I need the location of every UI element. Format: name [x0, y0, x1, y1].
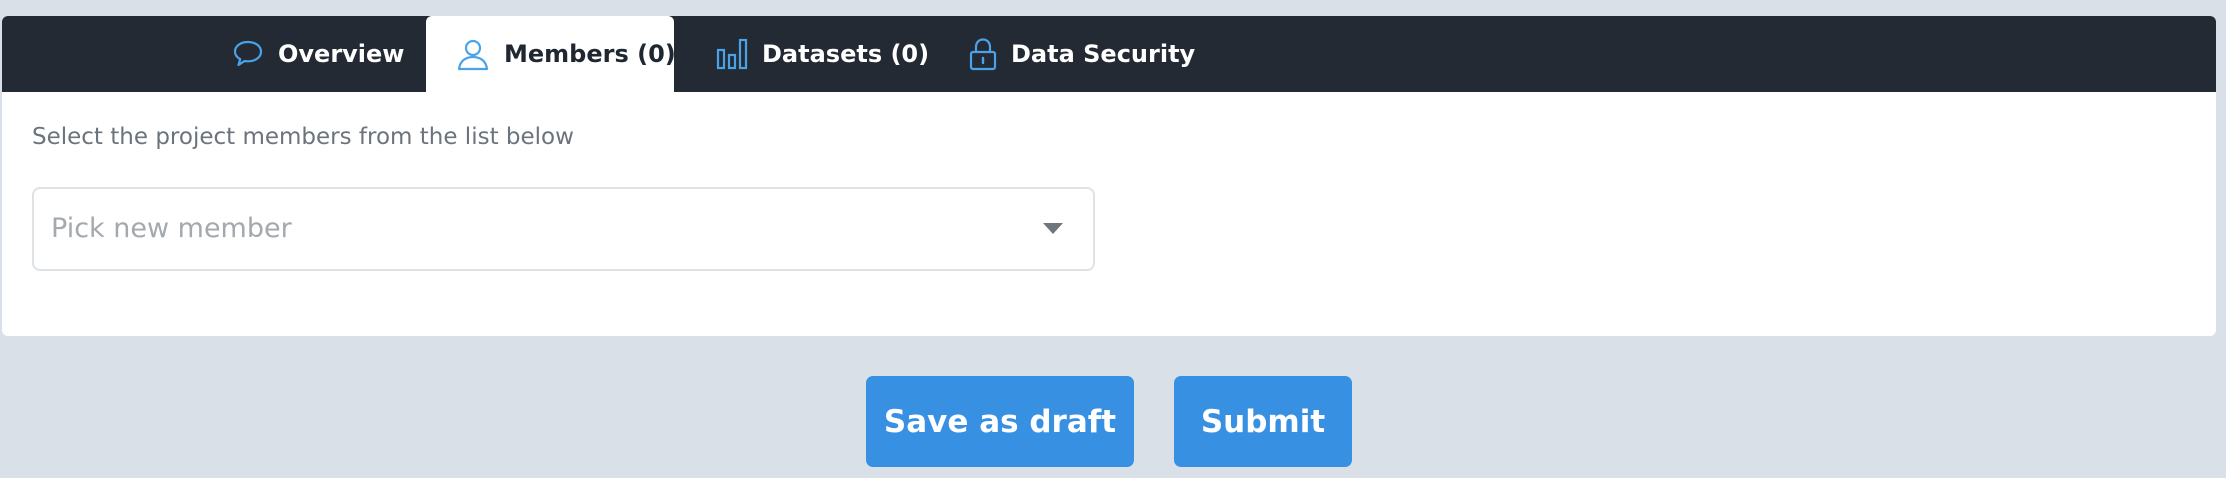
chevron-down-icon[interactable] — [1043, 223, 1063, 234]
tab-overview-label: Overview — [278, 40, 405, 68]
bar-chart-icon — [716, 38, 762, 70]
member-picker-placeholder: Pick new member — [51, 213, 292, 244]
save-as-draft-button[interactable]: Save as draft — [866, 376, 1134, 467]
project-form-card: Overview Members (0) Datasets (0) Data S… — [2, 16, 2216, 336]
user-icon — [456, 37, 504, 71]
member-picker-dropdown[interactable]: Pick new member — [32, 187, 1095, 271]
members-instructions: Select the project members from the list… — [32, 124, 574, 150]
tab-overview[interactable]: Overview — [232, 16, 404, 92]
chat-bubble-icon — [232, 39, 278, 69]
tab-datasets[interactable]: Datasets (0) — [716, 16, 929, 92]
tab-data-security-label: Data Security — [1011, 40, 1196, 68]
submit-button[interactable]: Submit — [1174, 376, 1352, 467]
tab-data-security[interactable]: Data Security — [969, 16, 1195, 92]
tab-members[interactable]: Members (0) — [426, 16, 676, 92]
tab-bar: Overview Members (0) Datasets (0) Data S… — [2, 16, 2216, 92]
tab-members-label: Members (0) — [504, 40, 676, 68]
lock-icon — [969, 37, 1011, 71]
tab-datasets-label: Datasets (0) — [762, 40, 930, 68]
